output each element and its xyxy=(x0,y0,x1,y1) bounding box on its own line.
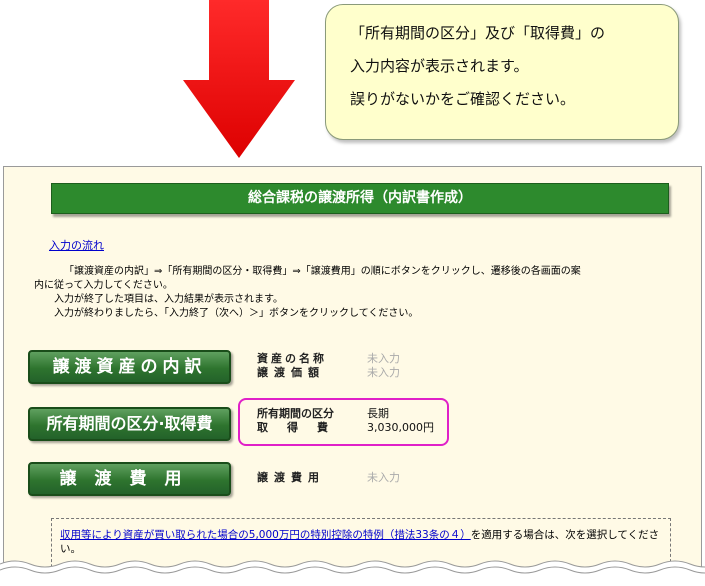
transfer-expenses-label: 譲渡費用 xyxy=(257,471,325,484)
callout-line: 「所有期間の区分」及び「取得費」の xyxy=(350,24,606,42)
transfer-asset-details-button[interactable]: 譲渡資産の内訳 xyxy=(28,350,231,384)
input-flow-link[interactable]: 入力の流れ xyxy=(49,237,104,253)
intro-line: 入力が終わりましたら、「入力終了（次へ）＞」ボタンをクリックしてください。 xyxy=(54,308,419,319)
intro-line: 入力が終了した項目は、入力結果が表示されます。 xyxy=(54,294,283,305)
callout-line: 誤りがないかをご確認ください。 xyxy=(350,90,576,108)
acquisition-cost-label: 取 得 費 xyxy=(257,421,332,434)
torn-edge xyxy=(0,560,705,586)
transfer-price-label: 譲渡価額 xyxy=(257,366,325,379)
down-arrow-icon xyxy=(183,0,295,158)
special-deduction-link[interactable]: 収用等により資産が買い取られた場合の5,000万円の特別控除の特例（措法33条の… xyxy=(60,529,471,541)
holding-period-acquisition-cost-button[interactable]: 所有期間の区分·取得費 xyxy=(28,407,231,441)
transfer-expenses-value: 未入力 xyxy=(367,471,400,484)
holding-period-label: 所有期間の区分 xyxy=(257,407,334,420)
holding-period-value: 長期 xyxy=(367,407,389,420)
asset-name-label: 資産の名称 xyxy=(257,352,327,365)
asset-info: 資産の名称 未入力 譲渡価額 未入力 xyxy=(257,352,400,380)
intro-line: 「譲渡資産の内訳」⇒「所有期間の区分・取得費」⇒「譲渡費用」の順にボタンをクリッ… xyxy=(64,266,581,277)
callout-bubble: 「所有期間の区分」及び「取得費」の 入力内容が表示されます。 誤りがないかをご確… xyxy=(325,4,679,140)
transfer-price-value: 未入力 xyxy=(367,366,400,379)
page-title: 総合課税の譲渡所得（内訳書作成） xyxy=(51,183,669,214)
intro-text: 「譲渡資産の内訳」⇒「所有期間の区分・取得費」⇒「譲渡費用」の順にボタンをクリッ… xyxy=(34,265,581,321)
screen-panel: 総合課税の譲渡所得（内訳書作成） 入力の流れ 「譲渡資産の内訳」⇒「所有期間の区… xyxy=(3,166,702,586)
callout-line: 入力内容が表示されます。 xyxy=(350,57,529,75)
intro-line: 内に従って入力してください。 xyxy=(34,280,173,291)
asset-name-value: 未入力 xyxy=(367,352,400,365)
acquisition-cost-value: 3,030,000円 xyxy=(367,421,434,434)
cost-info: 譲渡費用 未入力 xyxy=(257,471,400,485)
transfer-expenses-button[interactable]: 譲渡費用 xyxy=(28,462,231,496)
period-info: 所有期間の区分 長期 取 得 費 3,030,000円 xyxy=(257,407,434,435)
